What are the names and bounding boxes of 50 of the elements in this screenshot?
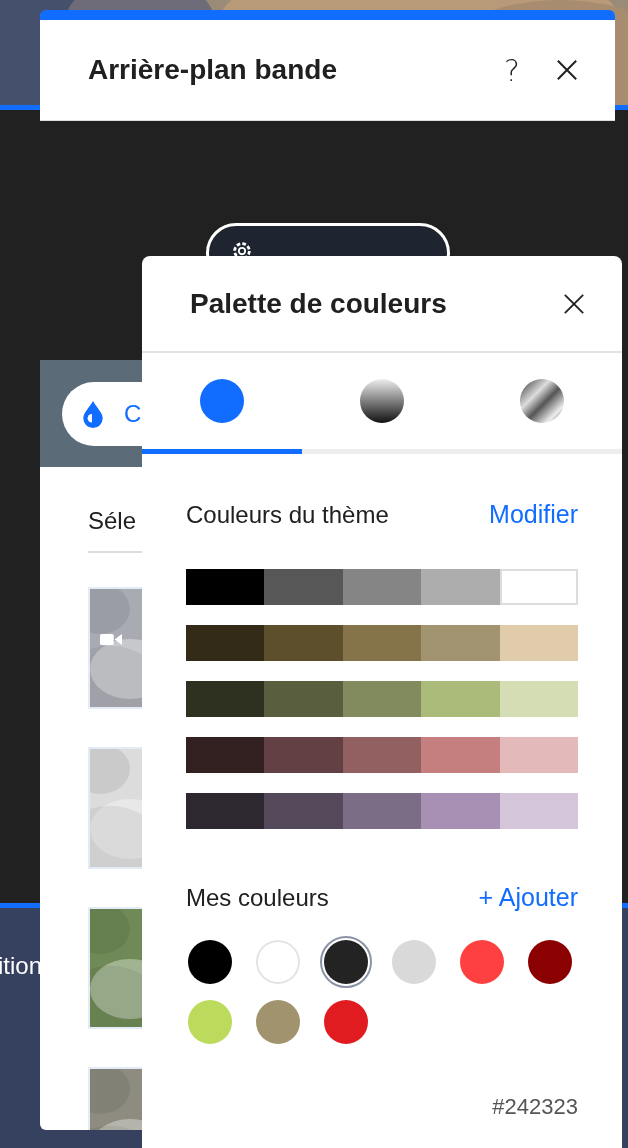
theme-color-swatch[interactable]: [342, 569, 422, 605]
theme-color-swatch[interactable]: [342, 625, 422, 661]
theme-color-swatch[interactable]: [421, 681, 500, 717]
theme-color-swatch[interactable]: [421, 625, 500, 661]
edit-link[interactable]: Modifier: [489, 500, 578, 529]
theme-color-swatch[interactable]: [499, 569, 579, 605]
close-icon[interactable]: [556, 59, 578, 81]
theme-color-swatch[interactable]: [186, 569, 265, 605]
theme-color-swatch[interactable]: [186, 681, 265, 717]
metallic-circle-icon: [520, 379, 564, 423]
theme-color-swatch[interactable]: [499, 625, 579, 661]
theme-color-swatch[interactable]: [499, 793, 579, 829]
section-label: Mes couleurs: [186, 883, 329, 912]
caption-text: ition: [0, 952, 43, 980]
theme-color-swatch[interactable]: [264, 625, 343, 661]
theme-color-swatch[interactable]: [264, 737, 343, 773]
section-label: Couleurs du thème: [186, 500, 389, 529]
theme-color-swatch[interactable]: [499, 737, 579, 773]
theme-color-swatch[interactable]: [186, 625, 265, 661]
theme-color-swatch[interactable]: [264, 681, 343, 717]
theme-color-swatch[interactable]: [421, 793, 500, 829]
theme-color-swatch[interactable]: [499, 681, 579, 717]
color-swatch[interactable]: [188, 1000, 232, 1044]
solid-circle-icon: [200, 379, 244, 423]
theme-color-swatch[interactable]: [264, 569, 343, 605]
color-swatch[interactable]: [324, 1000, 368, 1044]
add-color-link[interactable]: + Ajouter: [478, 883, 578, 912]
color-swatch[interactable]: [392, 940, 436, 984]
section-heading: Séle: [88, 507, 137, 535]
gradient-circle-icon: [360, 379, 404, 423]
theme-color-swatch[interactable]: [421, 569, 500, 605]
color-swatch[interactable]: [528, 940, 572, 984]
color-swatch[interactable]: [460, 940, 504, 984]
theme-color-swatch[interactable]: [342, 737, 422, 773]
hex-value: #242323: [492, 1094, 578, 1120]
video-camera-icon: [100, 633, 122, 646]
color-swatch[interactable]: [256, 1000, 300, 1044]
theme-color-swatch[interactable]: [186, 793, 265, 829]
color-swatch[interactable]: [188, 940, 232, 984]
theme-color-swatch[interactable]: [342, 681, 422, 717]
panel-title: Palette de couleurs: [190, 287, 448, 320]
drop-icon: [82, 399, 104, 428]
theme-color-swatch[interactable]: [421, 737, 500, 773]
theme-color-swatch[interactable]: [342, 793, 422, 829]
help-button[interactable]: ?: [504, 52, 520, 88]
color-swatch[interactable]: [256, 940, 300, 984]
theme-color-swatch[interactable]: [186, 737, 265, 773]
theme-color-swatch[interactable]: [264, 793, 343, 829]
panel-title: Arrière-plan bande: [88, 54, 338, 86]
close-icon[interactable]: [563, 292, 585, 315]
